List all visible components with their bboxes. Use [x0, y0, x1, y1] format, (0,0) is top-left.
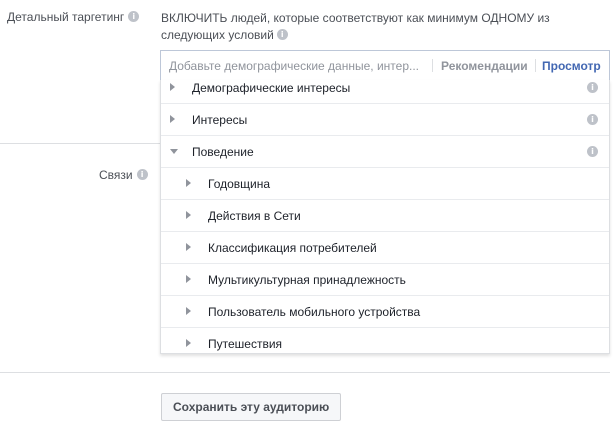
- info-icon[interactable]: i: [136, 169, 148, 181]
- subcategory-label: Пользователь мобильного устройства: [208, 305, 421, 319]
- category-label: Поведение: [192, 145, 254, 159]
- connections-label: Связи i: [99, 168, 148, 182]
- info-icon[interactable]: i: [587, 146, 598, 157]
- triangle-right-icon: [186, 307, 191, 315]
- connections-label-text: Связи: [99, 168, 133, 182]
- category-row[interactable]: Интересы i: [161, 104, 609, 136]
- save-audience-button[interactable]: Сохранить эту аудиторию: [161, 393, 342, 421]
- detailed-targeting-label: Детальный таргетинг i: [7, 10, 140, 24]
- triangle-right-icon: [170, 83, 175, 91]
- section-divider: [0, 143, 161, 144]
- detailed-targeting-label-text: Детальный таргетинг: [7, 10, 125, 24]
- info-icon[interactable]: i: [128, 11, 140, 23]
- triangle-down-icon: [170, 149, 178, 154]
- recommendations-tab[interactable]: Рекомендации: [441, 59, 528, 73]
- include-condition-text: ВКЛЮЧИТЬ людей, которые соответствуют ка…: [161, 10, 601, 44]
- category-label: Демографические интересы: [192, 81, 351, 95]
- subcategory-row[interactable]: Действия в Сети: [161, 200, 609, 232]
- divider: [535, 59, 536, 72]
- info-icon[interactable]: i: [276, 29, 288, 41]
- subcategory-row[interactable]: Классификация потребителей: [161, 232, 609, 264]
- subcategory-row[interactable]: Путешествия: [161, 328, 609, 353]
- targeting-search-input[interactable]: [169, 58, 427, 74]
- triangle-right-icon: [170, 115, 175, 123]
- browse-dropdown: Демографические интересы i Интересы i По…: [160, 80, 610, 354]
- category-row[interactable]: Демографические интересы i: [161, 80, 609, 104]
- info-icon[interactable]: i: [587, 114, 598, 125]
- subcategory-label: Действия в Сети: [208, 209, 301, 223]
- subcategory-row[interactable]: Пользователь мобильного устройства: [161, 296, 609, 328]
- subcategory-row[interactable]: Годовщина: [161, 168, 609, 200]
- triangle-right-icon: [186, 179, 191, 187]
- section-divider: [0, 372, 610, 373]
- subcategory-label: Путешествия: [208, 337, 283, 351]
- divider: [432, 59, 433, 72]
- info-icon[interactable]: i: [587, 82, 598, 93]
- browse-tab[interactable]: Просмотр: [542, 59, 601, 73]
- triangle-right-icon: [186, 243, 191, 251]
- subcategory-label: Классификация потребителей: [208, 241, 377, 255]
- category-label: Интересы: [192, 113, 248, 127]
- subcategory-label: Годовщина: [208, 177, 271, 191]
- subcategory-row[interactable]: Мультикультурная принадлежность: [161, 264, 609, 296]
- category-row[interactable]: Поведение i: [161, 136, 609, 168]
- include-condition-label: ВКЛЮЧИТЬ людей, которые соответствуют ка…: [161, 11, 550, 42]
- triangle-right-icon: [186, 275, 191, 283]
- subcategory-label: Мультикультурная принадлежность: [208, 273, 406, 287]
- targeting-search-bar: Рекомендации Просмотр: [160, 50, 610, 81]
- triangle-right-icon: [186, 211, 191, 219]
- triangle-right-icon: [186, 339, 191, 347]
